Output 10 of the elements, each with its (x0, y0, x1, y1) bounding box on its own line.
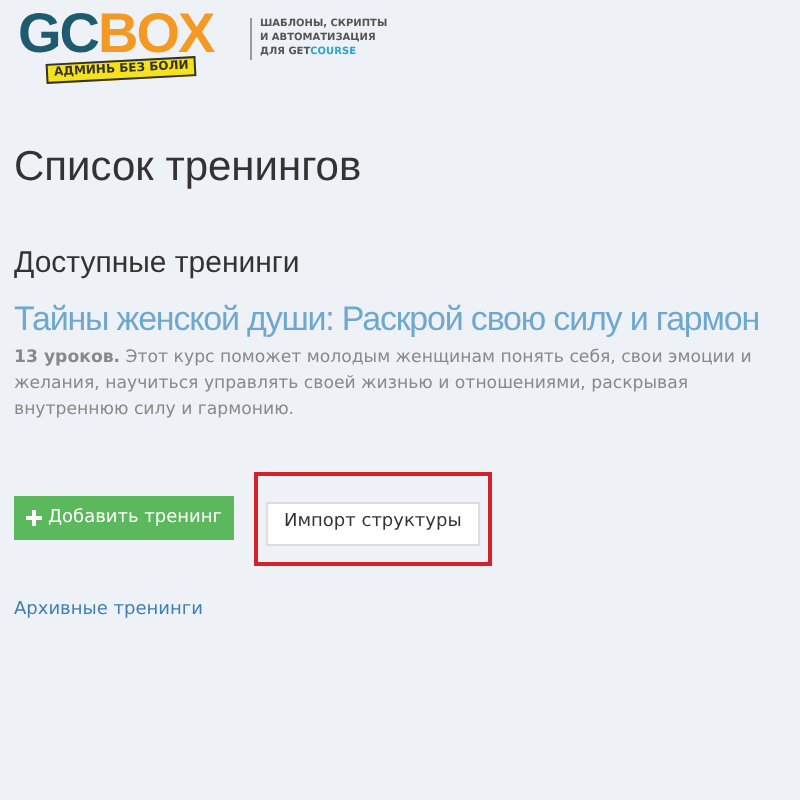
logo-text: GC (18, 12, 98, 56)
plus-icon (26, 510, 42, 527)
add-training-button[interactable]: Добавить тренинг (14, 496, 235, 541)
page-title: Список тренингов (14, 142, 364, 194)
import-structure-button[interactable]: Импорт структуры (266, 501, 480, 546)
archive-link[interactable]: Архивные тренинги (14, 597, 786, 625)
training-title[interactable]: Тайны женской души: Раскрой свою силу и гармон (14, 294, 760, 346)
logo-text: BOX (98, 12, 214, 56)
training-description: 13 уроков. Этот курс поможет молодым женщинам понять себя, свои эмоции и желания, научиться управлять своей жизнью и отношениями, раскрывая внутреннюю силу и гармонию. (14, 346, 754, 424)
section-title: Доступные тренинги (14, 243, 302, 283)
